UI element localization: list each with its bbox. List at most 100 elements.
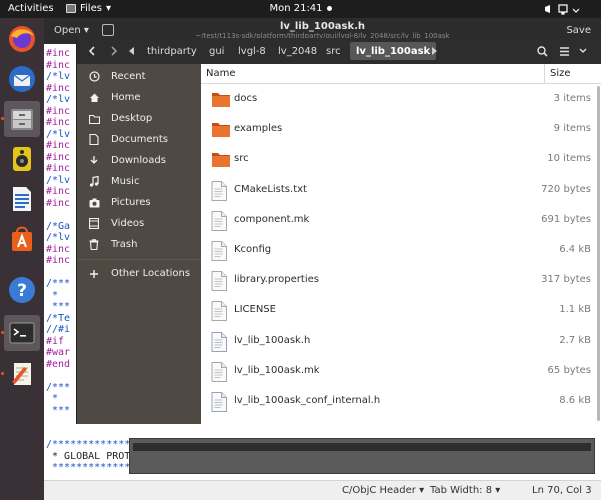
code-line: #inc [46,117,71,128]
sidebar-item-pictures[interactable]: Pictures [77,192,201,213]
code-line: /*lv [46,71,71,82]
clock-label: Mon 21:41 [269,3,323,14]
tab-width-selector[interactable]: Tab Width: 8 ▾ [430,485,500,496]
sidebar-item-home[interactable]: Home [77,87,201,108]
file-size: 3 items [553,93,591,104]
notification-dot-icon [326,5,332,11]
file-row[interactable]: lv_lib_100ask_conf_internal.h 8.6 kB [201,387,601,417]
file-row[interactable]: Kconfig 6.4 kB [201,236,601,266]
back-button[interactable] [81,41,103,61]
search-button[interactable] [532,41,552,61]
triangle-right-icon [432,47,437,55]
code-line: #end [46,358,71,370]
file-size: 8.6 kB [559,395,591,406]
breadcrumb-scroll-left[interactable] [127,41,137,61]
breadcrumb-lv-lib-100ask[interactable]: lv_lib_100ask [350,42,437,60]
running-indicator [1,331,4,334]
breadcrumb-src[interactable]: src [326,42,341,60]
clock[interactable]: Mon 21:41 [0,3,601,14]
size-column-header[interactable]: Size [550,68,571,79]
software-launcher[interactable] [4,221,40,257]
file-size: 691 bytes [541,213,591,225]
code-line: *** [46,404,71,416]
code-line: /*lv [46,232,71,243]
file-row[interactable]: CMakeLists.txt 720 bytes [201,176,601,206]
terminal-launcher[interactable] [1,315,40,351]
sidebar-item-music[interactable]: Music [77,171,201,192]
file-name: lv_lib_100ask_conf_internal.h [234,395,381,406]
dialog-edge [129,438,595,474]
sidebar-item-label: Music [111,176,140,187]
name-column-header[interactable]: Name [206,68,236,79]
file-name: library.properties [234,274,319,286]
code-line: //#i [46,324,71,335]
file-row[interactable]: lv_lib_100ask.mk 65 bytes [201,357,601,387]
scrollbar[interactable] [597,86,600,421]
forward-button[interactable] [103,41,125,61]
thunderbird-icon [9,66,35,92]
document-title: lv_lib_100ask.h [279,21,366,32]
view-dropdown-button[interactable] [576,41,590,61]
thunderbird-launcher[interactable] [4,61,40,97]
language-selector[interactable]: C/ObjC Header ▾ [342,485,424,496]
sidebar-item-label: Downloads [111,155,166,166]
text-file-icon [211,241,229,261]
software-icon [12,226,32,251]
sidebar-divider [77,259,201,260]
rhythmbox-launcher[interactable] [4,141,40,177]
file-name: CMakeLists.txt [234,183,307,195]
code-line: #inc [46,105,71,117]
save-button[interactable]: Save [566,25,591,36]
breadcrumb-lvgl-8[interactable]: lvgl-8 [238,42,266,60]
view-options-button[interactable] [554,41,574,61]
breadcrumb-lv-2048[interactable]: lv_2048 [278,42,317,60]
file-size: 317 bytes [541,274,591,286]
file-row[interactable]: src 10 items [201,145,601,175]
folder-icon [211,150,230,170]
file-row[interactable]: library.properties 317 bytes [201,266,601,296]
sidebar-item-label: Other Locations [111,268,191,279]
sidebar-item-desktop[interactable]: Desktop [77,108,201,129]
sidebar-item-recent[interactable]: Recent [77,66,201,87]
file-row[interactable]: LICENSE 1.1 kB [201,296,601,326]
code-line: #inc [46,59,71,71]
sidebar-item-label: Trash [111,239,138,250]
text-editor-launcher[interactable] [1,356,40,392]
help-launcher[interactable]: ? [4,272,40,308]
code-line: #inc [46,255,71,266]
c-header-file-icon [211,392,229,412]
breadcrumb-thirdparty[interactable]: thirdparty [147,42,197,60]
file-name: lv_lib_100ask.h [234,334,311,346]
file-name: docs [234,93,258,104]
code-line: /*** [46,278,71,289]
sidebar-item-downloads[interactable]: Downloads [77,150,201,171]
search-icon [536,45,548,57]
sidebar-item-label: Recent [111,71,146,82]
sidebar-item-documents[interactable]: Documents [77,129,201,150]
sidebar-item-videos[interactable]: Videos [77,213,201,234]
terminal-icon [9,322,35,344]
code-line: #inc [46,243,71,255]
file-row[interactable]: component.mk 691 bytes [201,206,601,236]
file-row[interactable]: lv_lib_100ask.h 2.7 kB [201,327,601,357]
text-file-icon [211,180,229,201]
firefox-launcher[interactable] [4,21,40,57]
triangle-left-icon [129,47,134,55]
column-header: Name Size [201,64,601,84]
file-row[interactable]: docs 3 items [201,85,601,115]
document-icon [86,134,102,145]
sidebar-item-trash[interactable]: Trash [77,234,201,255]
system-tray[interactable] [543,3,595,18]
code-line: #inc [46,151,71,163]
breadcrumb-scroll-right[interactable] [429,41,439,61]
file-row[interactable]: examples 9 items [201,115,601,145]
libreoffice-writer-launcher[interactable] [4,181,40,217]
file-list[interactable]: Name Size docs 3 items examples 9 items src 1… [201,64,601,424]
files-header: thirdparty gui lvgl-8 lv_2048 src lv_lib… [77,38,601,64]
file-size: 2.7 kB [559,334,591,346]
files-launcher[interactable] [1,101,40,137]
sidebar-item-other-locations[interactable]: Other Locations [77,263,201,284]
help-icon: ? [9,277,35,303]
plus-icon [86,269,102,279]
breadcrumb-gui[interactable]: gui [209,42,224,60]
